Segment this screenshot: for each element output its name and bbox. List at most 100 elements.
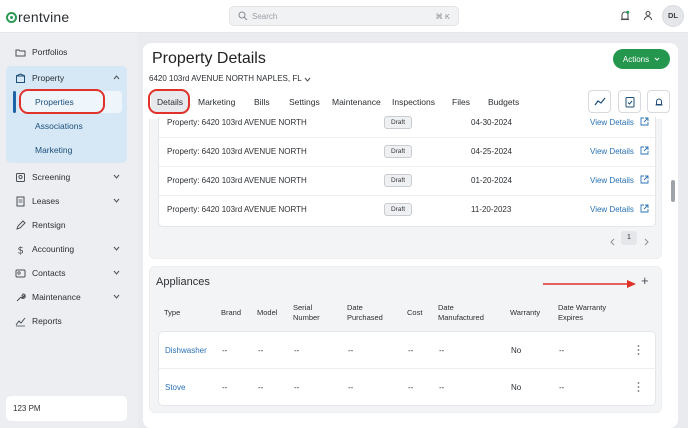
- column-header-cost: Cost: [407, 308, 423, 317]
- checklist-icon: [625, 97, 635, 108]
- table-row: Dishwasher -- -- -- -- -- -- No --: [159, 332, 657, 369]
- sidebar-item-maintenance[interactable]: Maintenance: [8, 287, 128, 307]
- table-row: Property: 6420 103rd AVENUE NORTH Draft …: [159, 109, 657, 138]
- document-name: Property: 6420 103rd AVENUE NORTH: [167, 118, 307, 127]
- sidebar-item-label: Leases: [32, 196, 60, 206]
- chevron-down-icon: [654, 57, 660, 61]
- cell-warranty: No: [511, 383, 522, 392]
- table-row: Stove -- -- -- -- -- -- No --: [159, 369, 657, 406]
- avatar[interactable]: DL: [662, 5, 684, 27]
- cell-brand: --: [222, 383, 228, 392]
- document-name: Property: 6420 103rd AVENUE NORTH: [167, 147, 307, 156]
- external-link-icon[interactable]: [640, 204, 649, 213]
- view-details-link[interactable]: View Details: [590, 118, 634, 127]
- page-1-button[interactable]: 1: [621, 231, 637, 245]
- pen-icon: [16, 219, 26, 230]
- property-address[interactable]: 6420 103rd AVENUE NORTH NAPLES, FL: [149, 74, 302, 83]
- highlight-ring-properties: [19, 89, 105, 114]
- appliance-type-link[interactable]: Stove: [165, 383, 185, 392]
- sidebar-item-contacts[interactable]: Contacts: [8, 263, 128, 283]
- appliance-type-link[interactable]: Dishwasher: [165, 346, 207, 355]
- sidebar-item-label: Property: [32, 73, 65, 83]
- appliances-title: Appliances: [156, 276, 210, 288]
- external-link-icon[interactable]: [640, 175, 649, 184]
- column-header-date-purchased: Date Purchased: [347, 303, 383, 322]
- actions-button[interactable]: Actions: [613, 49, 670, 69]
- document-icon: [16, 196, 25, 206]
- active-indicator: [13, 91, 16, 113]
- cell-cost: --: [408, 346, 414, 355]
- sidebar-item-accounting[interactable]: $ Accounting: [8, 239, 128, 259]
- chevron-down-icon: [113, 246, 120, 251]
- annotation-arrow-icon: [543, 280, 636, 288]
- column-header-warranty-expires: Date Warranty Expires: [558, 303, 607, 322]
- sidebar-item-portfolios[interactable]: Portfolios: [8, 42, 128, 62]
- view-details-link[interactable]: View Details: [590, 147, 634, 156]
- cell-expires: --: [559, 346, 565, 355]
- search-icon: [238, 11, 248, 21]
- status-badge: Draft: [384, 145, 412, 158]
- sidebar-item-label: Contacts: [32, 268, 66, 278]
- kebab-menu-icon[interactable]: [637, 344, 640, 356]
- column-header-warranty: Warranty: [510, 308, 541, 317]
- search-shortcut: ⌘ K: [435, 12, 450, 21]
- document-date: 04-30-2024: [471, 118, 512, 127]
- table-row: Property: 6420 103rd AVENUE NORTH Draft …: [159, 196, 657, 225]
- bell-icon[interactable]: [618, 9, 632, 23]
- sidebar-item-label: Screening: [32, 172, 71, 182]
- logo-text: rentvine: [18, 9, 70, 25]
- search-input[interactable]: Search ⌘ K: [229, 6, 459, 26]
- column-header-serial: Serial Number: [293, 303, 320, 322]
- external-link-icon[interactable]: [640, 117, 649, 126]
- chart-icon: [15, 317, 26, 326]
- external-link-icon[interactable]: [640, 146, 649, 155]
- contacts-icon: [15, 269, 26, 277]
- sidebar-sub-marketing[interactable]: Marketing: [35, 145, 72, 155]
- document-date: 11-20-2023: [471, 205, 512, 214]
- folder-icon: [15, 49, 26, 56]
- chevron-down-icon: [113, 198, 120, 203]
- sidebar-item-label: Portfolios: [32, 47, 68, 57]
- cell-purchased: --: [348, 346, 354, 355]
- dollar-icon: $: [18, 245, 24, 255]
- cell-cost: --: [408, 383, 414, 392]
- chevron-right-icon[interactable]: [643, 235, 650, 249]
- sidebar-item-property[interactable]: Property: [8, 68, 128, 88]
- chevron-down-icon: [113, 270, 120, 275]
- sidebar-item-label: Accounting: [32, 244, 75, 254]
- page-title: Property Details: [152, 50, 266, 67]
- table-row: Property: 6420 103rd AVENUE NORTH Draft …: [159, 138, 657, 167]
- chevron-up-icon: [113, 75, 120, 80]
- sidebar-item-leases[interactable]: Leases: [8, 191, 128, 211]
- cell-model: --: [258, 346, 264, 355]
- view-details-link[interactable]: View Details: [590, 176, 634, 185]
- table-row: Property: 6420 103rd AVENUE NORTH Draft …: [159, 167, 657, 196]
- cell-model: --: [258, 383, 264, 392]
- view-details-link[interactable]: View Details: [590, 205, 634, 214]
- sidebar-sub-associations[interactable]: Associations: [35, 121, 83, 131]
- chevron-down-icon: [113, 294, 120, 299]
- sidebar-item-reports[interactable]: Reports: [8, 311, 128, 331]
- column-header-type: Type: [164, 308, 181, 317]
- sidebar-item-rentsign[interactable]: Rentsign: [8, 215, 128, 235]
- add-appliance-button[interactable]: +: [641, 274, 649, 288]
- status-badge: Draft: [384, 203, 412, 216]
- sidebar-item-screening[interactable]: Screening: [8, 167, 128, 187]
- cell-purchased: --: [348, 383, 354, 392]
- person-icon[interactable]: [641, 9, 655, 23]
- cell-manufactured: --: [439, 346, 445, 355]
- appliances-table: Dishwasher -- -- -- -- -- -- No -- Stove…: [158, 331, 657, 406]
- scrollbar-thumb[interactable]: [671, 180, 675, 202]
- logo-mark-icon: [6, 11, 17, 23]
- search-placeholder: Search: [252, 12, 278, 21]
- chevron-left-icon[interactable]: [609, 235, 616, 249]
- chevron-down-icon[interactable]: [304, 76, 311, 83]
- status-badge: Draft: [384, 116, 412, 129]
- chevron-down-icon: [113, 174, 120, 179]
- bell-icon: [655, 98, 663, 106]
- sidebar-item-label: Rentsign: [32, 220, 66, 230]
- status-badge: Draft: [384, 174, 412, 187]
- rentvine-logo[interactable]: rentvine: [6, 9, 69, 25]
- sidebar-item-label: Maintenance: [32, 292, 81, 302]
- kebab-menu-icon[interactable]: [637, 381, 640, 393]
